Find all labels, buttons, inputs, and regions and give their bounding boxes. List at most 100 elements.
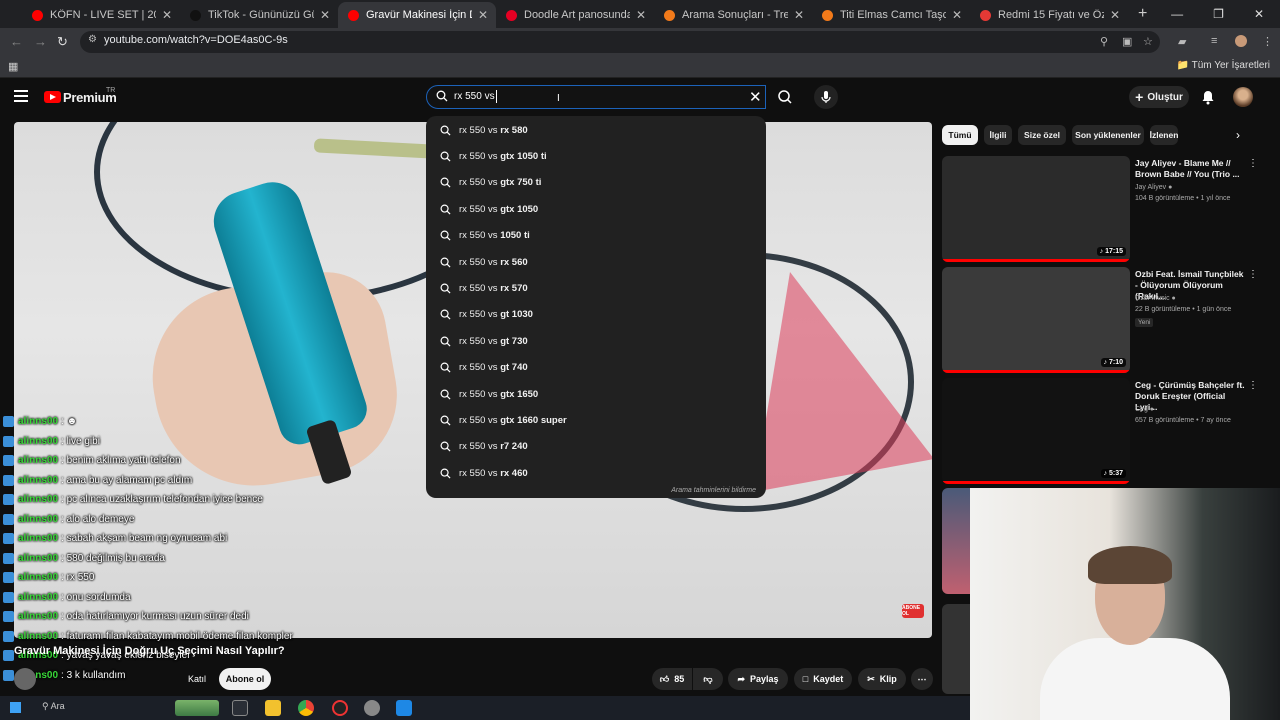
recommendation-card[interactable]: ♪ 7:10 Ozbi Feat. İsmail Tunçbilek - Ölüy… <box>942 267 1262 373</box>
more-actions-button[interactable]: ⋯ <box>911 668 933 690</box>
dislike-button[interactable]: 👎︎ <box>693 668 723 690</box>
channel-name[interactable]: Jay Aliyev ● <box>1135 184 1172 191</box>
menu-dots-icon[interactable]: ⋮ <box>1262 35 1273 48</box>
filter-chip[interactable]: İlgili <box>984 125 1012 145</box>
video-thumbnail[interactable]: ♪ 7:10 <box>942 267 1130 373</box>
search-button-icon[interactable] <box>772 85 798 109</box>
browser-tab[interactable]: KÖFN - LIVE SET | 2023 - YouTu ✕ <box>22 2 180 28</box>
tab-close-icon[interactable]: ✕ <box>794 8 804 22</box>
bookmark-star-icon[interactable]: ☆ <box>1143 35 1153 48</box>
chat-text: : faturamı filan kabatayım mobil ödeme f… <box>61 630 293 642</box>
channel-name[interactable]: Ozbi Music ● <box>1135 295 1176 302</box>
partial-thumbnail[interactable] <box>942 488 970 594</box>
reading-list-icon[interactable]: ≡ <box>1211 35 1217 47</box>
filter-chip[interactable]: İzlenen <box>1150 125 1178 145</box>
suggestion-item[interactable]: rx 550 vs gtx 1050 <box>426 196 766 222</box>
weather-widget-icon[interactable] <box>175 700 219 716</box>
browser-tab[interactable]: TikTok - Gününüzü Güzelleştirin ✕ <box>180 2 338 28</box>
zoom-icon[interactable]: ⚲ <box>1100 35 1108 48</box>
more-options-icon[interactable]: ⋮ <box>1248 269 1258 280</box>
notifications-bell-icon[interactable] <box>1200 89 1216 105</box>
partial-thumbnail-2[interactable] <box>942 604 970 694</box>
url-text[interactable]: youtube.com/watch?v=DOE4as0C-9s <box>104 34 288 46</box>
search-query-text[interactable]: rx 550 vs <box>454 91 495 102</box>
chat-username: alinns00 <box>18 591 59 603</box>
apps-grid-icon[interactable]: ▦ <box>8 60 18 73</box>
channel-name[interactable]: Ceg ● <box>1135 406 1154 413</box>
task-view-icon[interactable] <box>232 700 248 716</box>
back-icon[interactable]: ← <box>10 34 23 49</box>
suggestion-item[interactable]: rx 550 vs r7 240 <box>426 434 766 460</box>
share-button[interactable]: ➦ Paylaş <box>728 668 788 690</box>
browser-tab[interactable]: Redmi 15 Fiyatı ve Özellikleri - ✕ <box>970 2 1128 28</box>
tab-close-icon[interactable]: ✕ <box>1110 8 1120 22</box>
suggestion-item[interactable]: rx 550 vs 1050 ti <box>426 223 766 249</box>
suggestion-item[interactable]: rx 550 vs rx 580 <box>426 117 766 143</box>
youtube-logo-icon[interactable] <box>44 91 61 103</box>
taskbar-search[interactable]: ⚲ Ara <box>42 701 65 712</box>
forward-icon[interactable]: → <box>34 34 47 49</box>
clip-button[interactable]: ✂ Klip <box>858 668 906 690</box>
hamburger-menu-icon[interactable] <box>14 90 28 102</box>
join-button[interactable]: Katıl <box>178 669 216 689</box>
reload-icon[interactable]: ↻ <box>57 34 68 50</box>
subscribe-watermark[interactable]: ABONE OL <box>902 604 924 618</box>
more-options-icon[interactable]: ⋮ <box>1248 158 1258 169</box>
user-avatar[interactable] <box>1233 87 1253 107</box>
chat-text: : pc alınca uzaklaşırım telefondan iyice… <box>61 494 263 506</box>
suggestion-item[interactable]: rx 550 vs rx 560 <box>426 249 766 275</box>
subscribe-button[interactable]: Abone ol <box>219 668 271 690</box>
app-icon-2[interactable] <box>364 700 380 716</box>
chevron-right-icon[interactable]: › <box>1236 128 1240 142</box>
install-icon[interactable]: ▣ <box>1122 35 1132 48</box>
suggestion-item[interactable]: rx 550 vs gt 1030 <box>426 302 766 328</box>
all-bookmarks-link[interactable]: 📁 Tüm Yer İşaretleri <box>1177 60 1270 71</box>
filter-chip[interactable]: Tümü <box>942 125 978 145</box>
suggestion-item[interactable]: rx 550 vs gt 730 <box>426 328 766 354</box>
app-icon-3[interactable] <box>396 700 412 716</box>
browser-tab[interactable]: Titi Elmas Camcı Taşcı Gravür F ✕ <box>812 2 970 28</box>
recommendation-card[interactable]: ♪ 5:37 Ceg - Çürümüş Bahçeler ft. Doruk E… <box>942 378 1262 484</box>
recommendation-card[interactable]: ♪ 17:15 Jay Aliyev - Blame Me // Brown Ba… <box>942 156 1262 262</box>
file-explorer-icon[interactable] <box>265 700 281 716</box>
clear-search-icon[interactable]: ✕ <box>749 88 762 106</box>
tab-close-icon[interactable]: ✕ <box>636 8 646 22</box>
filter-chip[interactable]: Son yüklenenler <box>1072 125 1144 145</box>
tab-close-icon[interactable]: ✕ <box>478 8 488 22</box>
save-button[interactable]: □ Kaydet <box>794 668 852 690</box>
channel-avatar[interactable] <box>14 668 36 690</box>
tab-close-icon[interactable]: ✕ <box>952 8 962 22</box>
site-info-icon[interactable]: ⚙ <box>88 34 97 45</box>
profile-avatar[interactable] <box>1235 35 1247 47</box>
suggestion-item[interactable]: rx 550 vs rx 570 <box>426 275 766 301</box>
report-predictions-link[interactable]: Arama tahminlerini bildirme <box>671 487 756 494</box>
close-window-icon[interactable]: ✕ <box>1254 7 1264 21</box>
more-options-icon[interactable]: ⋮ <box>1248 380 1258 391</box>
browser-tab[interactable]: Arama Sonuçları - Trendyol ✕ <box>654 2 812 28</box>
minimize-icon[interactable]: — <box>1171 7 1183 21</box>
filter-chip[interactable]: Size özel <box>1018 125 1066 145</box>
new-tab-button[interactable]: + <box>1138 5 1147 23</box>
suggestion-item[interactable]: rx 550 vs gtx 1650 <box>426 381 766 407</box>
browser-tab[interactable]: Doodle Art panosundaki Pin ✕ <box>496 2 654 28</box>
restore-icon[interactable]: ❐ <box>1213 7 1224 21</box>
tab-close-icon[interactable]: ✕ <box>162 8 172 22</box>
video-thumbnail[interactable]: ♪ 5:37 <box>942 378 1130 484</box>
video-title[interactable]: Jay Aliyev - Blame Me // Brown Babe // Y… <box>1135 158 1247 180</box>
create-button[interactable]: + Oluştur <box>1129 86 1189 108</box>
app-icon[interactable] <box>332 700 348 716</box>
suggestion-item[interactable]: rx 550 vs gtx 1660 super <box>426 407 766 433</box>
voice-search-button[interactable] <box>814 85 838 109</box>
extensions-icon[interactable]: ▰ <box>1178 35 1186 48</box>
search-icon <box>440 257 451 268</box>
tab-close-icon[interactable]: ✕ <box>320 8 330 22</box>
suggestion-item[interactable]: rx 550 vs rx 460 <box>426 460 766 486</box>
suggestion-item[interactable]: rx 550 vs gtx 1050 ti <box>426 143 766 169</box>
suggestion-item[interactable]: rx 550 vs gtx 750 ti <box>426 170 766 196</box>
like-button[interactable]: 👍︎ 85 <box>652 668 692 690</box>
video-thumbnail[interactable]: ♪ 17:15 <box>942 156 1130 262</box>
browser-tab[interactable]: Gravür Makinesi İçin Doğru Ma ✕ <box>338 2 496 28</box>
chrome-icon[interactable] <box>298 700 314 716</box>
suggestion-item[interactable]: rx 550 vs gt 740 <box>426 355 766 381</box>
windows-start-icon[interactable] <box>10 702 21 713</box>
